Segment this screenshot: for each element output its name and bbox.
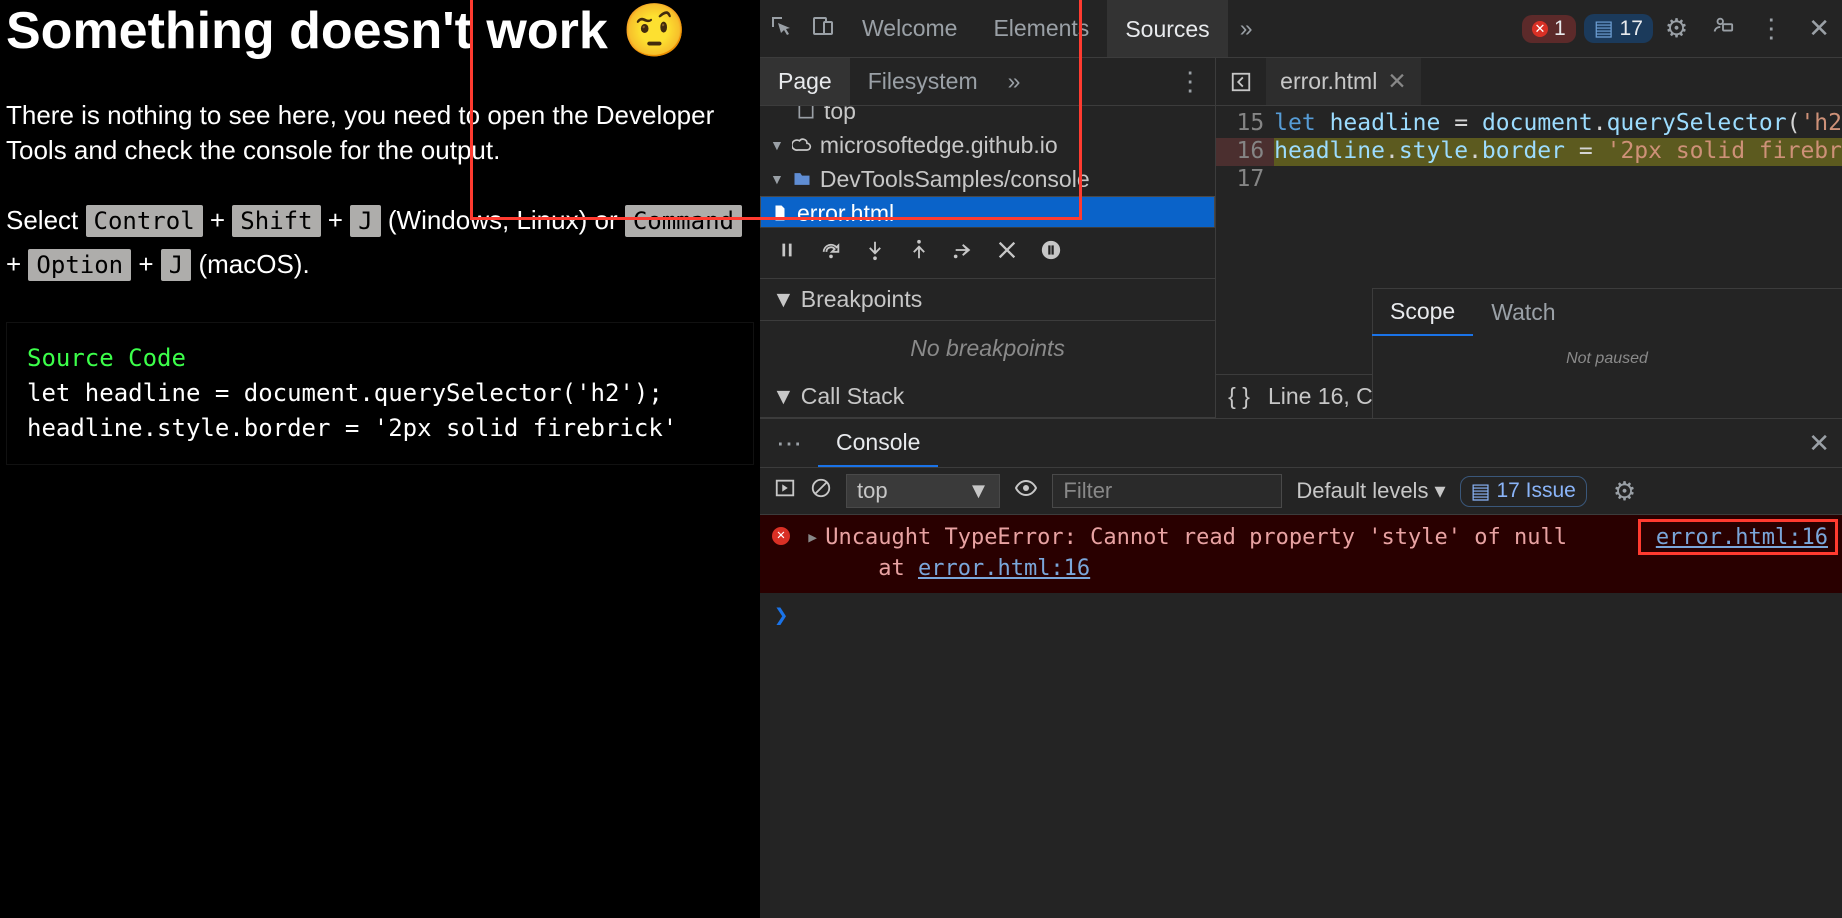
tree-domain[interactable]: ▼microsoftedge.github.io [760, 128, 1215, 162]
key-shift: Shift [232, 205, 320, 237]
key-command: Command [625, 205, 742, 237]
tab-watch[interactable]: Watch [1473, 288, 1573, 336]
source-code-line: headline.style.border = '2px solid fireb… [27, 411, 733, 446]
tab-sources[interactable]: Sources [1107, 0, 1227, 57]
kebab-menu-icon[interactable]: ⋮ [1746, 13, 1796, 44]
console-prompt[interactable]: ❯ [760, 593, 1842, 637]
pretty-print-icon[interactable]: { } [1228, 383, 1250, 410]
log-levels[interactable]: Default levels ▾ [1296, 478, 1445, 504]
error-source-link[interactable]: error.html:16 [1656, 525, 1828, 550]
key-option: Option [28, 249, 131, 281]
page-title: Something doesn't work 🤨 [6, 2, 754, 62]
live-expression-icon[interactable] [1014, 476, 1038, 506]
console-error-row[interactable]: ✕ ▸ Uncaught TypeError: Cannot read prop… [760, 515, 1842, 593]
tree-top[interactable]: top [760, 106, 1215, 128]
nav-tab-page[interactable]: Page [760, 58, 850, 105]
nav-menu-icon[interactable]: ⋮ [1165, 66, 1215, 97]
pause-icon[interactable] [776, 239, 798, 268]
pause-on-exceptions-icon[interactable] [1040, 239, 1062, 268]
toggle-navigator-icon[interactable] [1216, 71, 1266, 93]
nav-tab-filesystem[interactable]: Filesystem [850, 58, 996, 105]
rendered-page: Something doesn't work 🤨 There is nothin… [0, 0, 760, 918]
file-tree: top ▼microsoftedge.github.io ▼DevToolsSa… [760, 106, 1215, 227]
step-into-icon[interactable] [864, 239, 886, 268]
deactivate-breakpoints-icon[interactable] [996, 239, 1018, 268]
step-icon[interactable] [952, 239, 974, 268]
step-out-icon[interactable] [908, 239, 930, 268]
tab-elements[interactable]: Elements [975, 0, 1107, 57]
debugger-toolbar [760, 227, 1215, 279]
debugger-panes: ▼ Breakpoints No breakpoints ▼ Call Stac… [760, 279, 1215, 418]
devtools: Welcome Elements Sources » ✕1 ▤17 ⚙ ⋮ ✕ … [760, 0, 1842, 918]
error-badge[interactable]: ✕1 [1522, 15, 1576, 43]
settings-icon[interactable]: ⚙ [1653, 13, 1700, 44]
stack-link[interactable]: error.html:16 [918, 556, 1090, 581]
clear-console-icon[interactable] [810, 477, 832, 505]
close-drawer-icon[interactable]: ✕ [1796, 428, 1842, 459]
close-devtools-icon[interactable]: ✕ [1796, 13, 1842, 44]
console-sidebar-icon[interactable] [774, 477, 796, 505]
no-breakpoints-msg: No breakpoints [760, 321, 1215, 376]
key-j: J [350, 205, 380, 237]
step-over-icon[interactable] [820, 239, 842, 268]
key-control: Control [86, 205, 203, 237]
source-code-heading: Source Code [27, 341, 733, 376]
tab-scope[interactable]: Scope [1372, 288, 1473, 336]
console-drawer: ⋯ Console ✕ top▼ Filter Default levels ▾… [760, 418, 1842, 918]
filter-input[interactable]: Filter [1052, 474, 1282, 508]
devtools-tabbar: Welcome Elements Sources » ✕1 ▤17 ⚙ ⋮ ✕ [760, 0, 1842, 58]
feedback-icon[interactable] [1700, 13, 1746, 44]
page-description: There is nothing to see here, you need t… [6, 98, 746, 168]
tab-welcome[interactable]: Welcome [844, 0, 975, 57]
issues-badge[interactable]: ▤17 [1584, 14, 1653, 43]
issues-chip[interactable]: ▤ 17 Issue [1460, 476, 1587, 507]
more-tabs-icon[interactable]: » [1228, 15, 1265, 42]
error-icon: ✕ [772, 527, 790, 545]
tree-folder[interactable]: ▼DevToolsSamples/console [760, 162, 1215, 196]
context-selector[interactable]: top▼ [846, 474, 1000, 508]
drawer-menu-icon[interactable]: ⋯ [760, 428, 818, 459]
error-text: Uncaught TypeError: Cannot read property… [825, 523, 1567, 585]
file-tab-error-html[interactable]: error.html✕ [1266, 58, 1420, 105]
tree-file-error-html[interactable]: error.html [760, 196, 1215, 227]
navigator-panel: Page Filesystem » ⋮ top ▼microsoftedge.g… [760, 58, 1216, 418]
console-output[interactable]: ✕ ▸ Uncaught TypeError: Cannot read prop… [760, 515, 1842, 918]
keyboard-instruction: Select Control + Shift + J (Windows, Lin… [6, 198, 754, 286]
source-code-box: Source Code let headline = document.quer… [6, 322, 754, 464]
breakpoints-header[interactable]: ▼ Breakpoints [760, 279, 1215, 321]
tab-console[interactable]: Console [818, 419, 938, 467]
key-j: J [161, 249, 191, 281]
callstack-header[interactable]: ▼ Call Stack [760, 376, 1215, 418]
scope-not-paused: Not paused [1372, 336, 1842, 418]
inspect-icon[interactable] [760, 14, 802, 44]
close-tab-icon[interactable]: ✕ [1387, 68, 1406, 95]
nav-more-icon[interactable]: » [996, 68, 1033, 95]
console-toolbar: top▼ Filter Default levels ▾ ▤ 17 Issue … [760, 467, 1842, 515]
console-settings-icon[interactable]: ⚙ [1601, 476, 1648, 507]
source-code-line: let headline = document.querySelector('h… [27, 376, 733, 411]
device-icon[interactable] [802, 14, 844, 44]
